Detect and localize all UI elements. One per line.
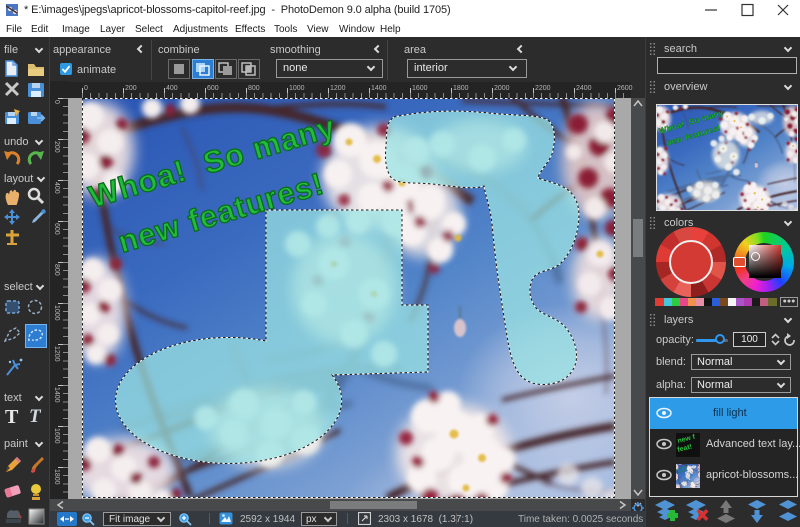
svg-text:new f: new f bbox=[677, 434, 697, 445]
svg-text:feat!: feat! bbox=[677, 444, 693, 454]
